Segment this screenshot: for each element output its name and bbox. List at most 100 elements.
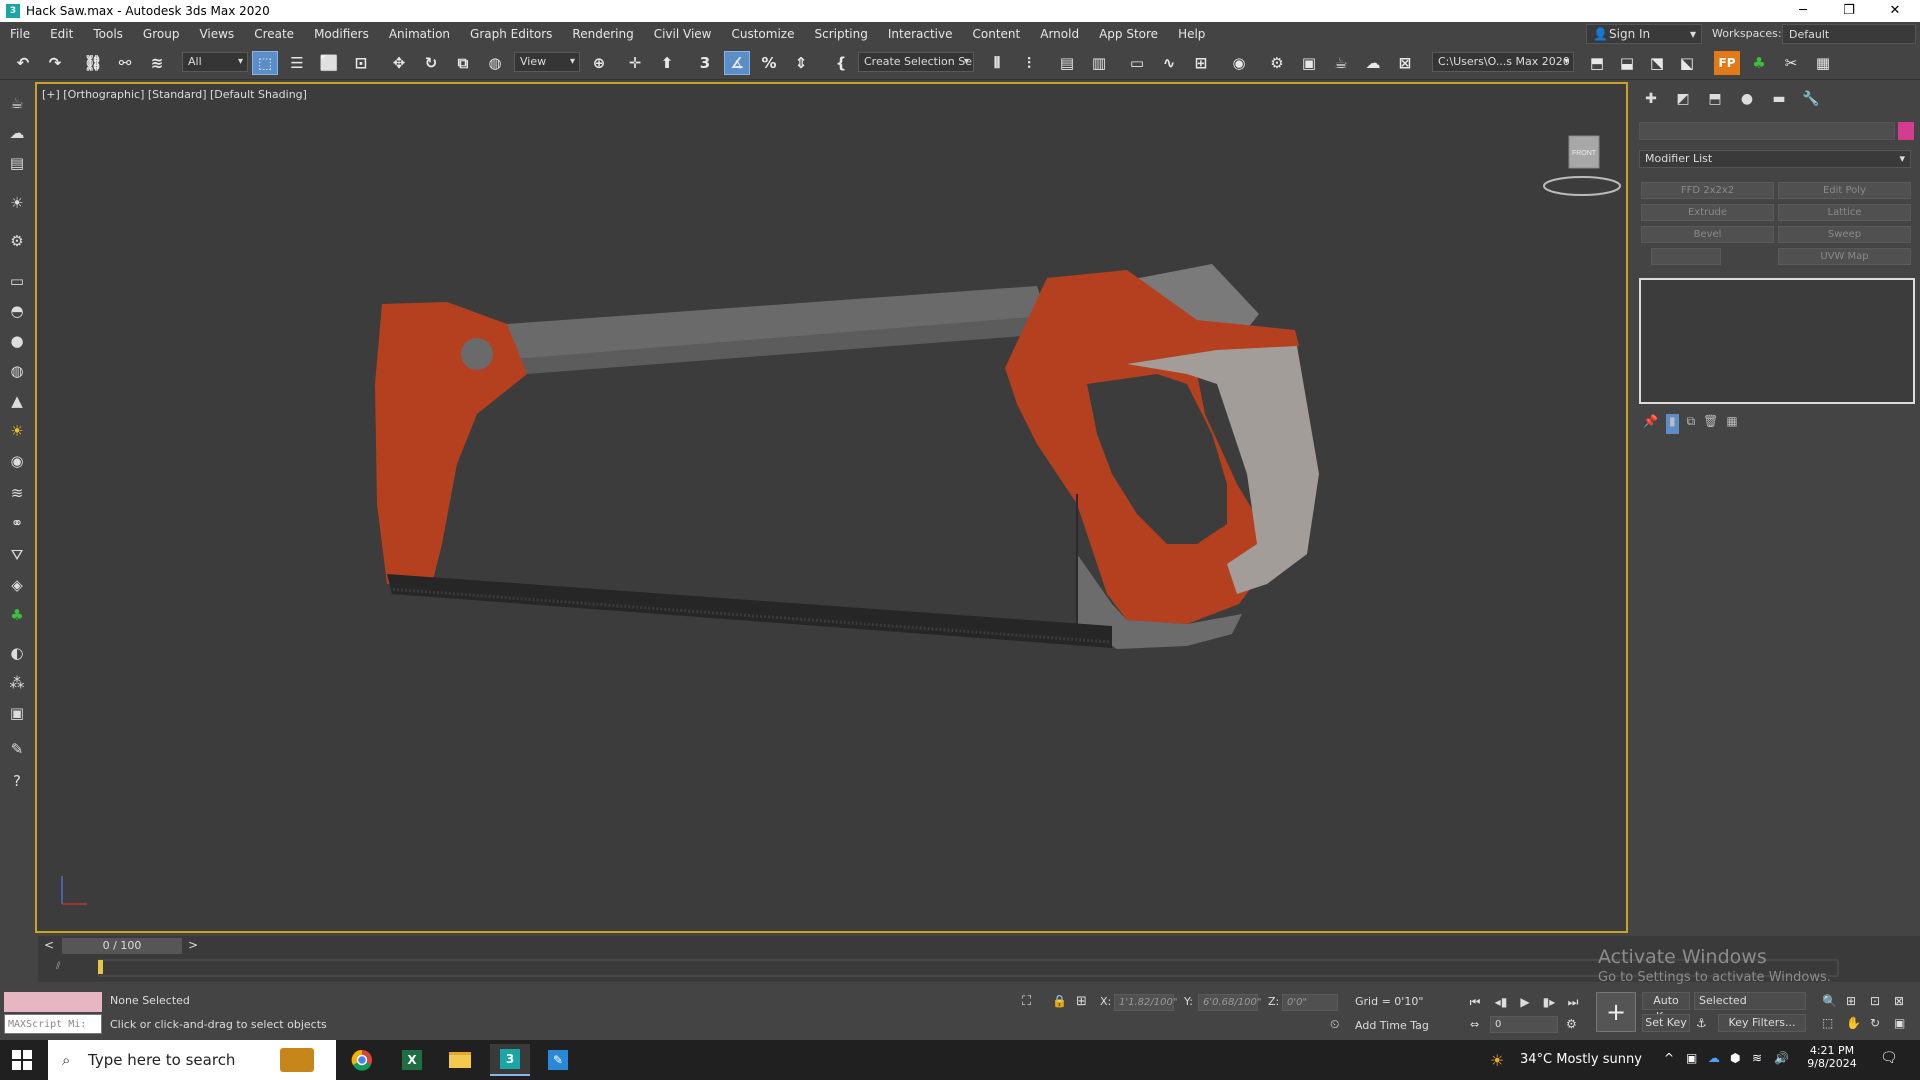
pin-stack-icon[interactable]: ⬕ xyxy=(1674,51,1700,75)
particles-icon[interactable]: ⁂ xyxy=(5,672,29,694)
modifier-stack[interactable] xyxy=(1639,278,1915,404)
render-shortcuts-icon[interactable]: ⊠ xyxy=(1392,51,1418,75)
render-setup-icon[interactable]: ⚙ xyxy=(1264,51,1290,75)
render-production-icon[interactable]: ☕ xyxy=(1328,51,1354,75)
schematic-view-icon[interactable]: ⊞ xyxy=(1188,51,1214,75)
menu-animation[interactable]: Animation xyxy=(379,22,460,46)
file-explorer-icon[interactable] xyxy=(440,1044,480,1076)
menu-arnold[interactable]: Arnold xyxy=(1030,22,1089,46)
viewcube[interactable]: FRONT xyxy=(1537,118,1627,208)
undo-icon[interactable]: ↶ xyxy=(10,51,36,75)
go-to-end-icon[interactable]: ⏭ xyxy=(1562,992,1584,1012)
close-button[interactable]: ✕ xyxy=(1872,0,1918,22)
configure-modifier-sets-icon[interactable]: ▦ xyxy=(1726,414,1737,434)
menu-rendering[interactable]: Rendering xyxy=(562,22,643,46)
show-hidden-icons[interactable]: ^ xyxy=(1664,1051,1674,1065)
open-explorer-icon[interactable]: ⬒ xyxy=(1584,51,1610,75)
material-sphere-icon[interactable]: ◐ xyxy=(5,642,29,664)
redo-icon[interactable]: ↷ xyxy=(42,51,68,75)
taskbar-clock[interactable]: 4:21 PM 9/8/2024 xyxy=(1800,1044,1864,1070)
menu-tools[interactable]: Tools xyxy=(83,22,133,46)
pin-stack-icon[interactable]: 📌 xyxy=(1643,414,1658,434)
menu-modifiers[interactable]: Modifiers xyxy=(304,22,379,46)
menu-customize[interactable]: Customize xyxy=(721,22,804,46)
cone-icon[interactable]: ▲ xyxy=(5,390,29,412)
volume-icon[interactable]: 🔊 xyxy=(1774,1051,1789,1065)
rectangular-selection-icon[interactable]: ⬜ xyxy=(316,51,342,75)
keyboard-shortcut-override-icon[interactable]: ⬆ xyxy=(654,51,680,75)
adjust-icon[interactable]: ⚙ xyxy=(5,230,29,252)
modifier-edit-poly-button[interactable]: Edit Poly xyxy=(1778,182,1911,199)
menu-scripting[interactable]: Scripting xyxy=(804,22,877,46)
viewport-orthographic[interactable]: [+] [Orthographic] [Standard] [Default S… xyxy=(35,82,1628,933)
torus-icon[interactable]: ◍ xyxy=(5,360,29,382)
forest-pack-icon[interactable]: FP xyxy=(1714,51,1740,75)
minimize-button[interactable]: ─ xyxy=(1780,0,1826,22)
render-icon[interactable]: ▣ xyxy=(5,702,29,724)
key-mode-icon[interactable]: ⚓ xyxy=(1696,1016,1707,1030)
reference-coordinate-dropdown[interactable]: View xyxy=(514,52,580,72)
modifier-ffd-button[interactable]: FFD 2x2x2 xyxy=(1641,182,1774,199)
snaps-toggle-icon[interactable]: 3 xyxy=(692,51,718,75)
ribbon-tools-icon[interactable]: ⬔ xyxy=(1644,51,1670,75)
modifier-list-dropdown[interactable]: Modifier List xyxy=(1639,150,1911,168)
current-frame-field[interactable]: 0 xyxy=(1490,1016,1558,1033)
pivot-center-icon[interactable]: ⊕ xyxy=(586,51,612,75)
zoom-extents-all-icon[interactable]: ⊠ xyxy=(1894,994,1904,1008)
unlink-icon[interactable]: ⚯ xyxy=(112,51,138,75)
isolate-selection-icon[interactable]: ⛶ xyxy=(1022,994,1031,1009)
cloud-icon[interactable]: ☁ xyxy=(5,122,29,144)
y-coordinate-field[interactable]: 6'0.68/100" xyxy=(1198,994,1261,1011)
percent-snap-icon[interactable]: % xyxy=(756,51,782,75)
key-mode-dropdown[interactable]: Selected xyxy=(1694,992,1806,1010)
display-tab-icon[interactable]: ▬ xyxy=(1767,88,1791,110)
menu-create[interactable]: Create xyxy=(244,22,304,46)
meet-icon[interactable]: ▣ xyxy=(1686,1051,1697,1065)
go-to-start-icon[interactable]: ⏮ xyxy=(1464,992,1486,1012)
layer-explorer-icon[interactable]: ▥ xyxy=(1086,51,1112,75)
menu-interactive[interactable]: Interactive xyxy=(878,22,963,46)
weather-text[interactable]: 34°C Mostly sunny xyxy=(1520,1052,1642,1067)
whiteboard-app-icon[interactable]: ✎ xyxy=(538,1044,578,1076)
set-key-big-button[interactable]: + xyxy=(1596,992,1636,1032)
make-unique-icon[interactable]: ⧉ xyxy=(1687,414,1696,434)
hair-icon[interactable]: ≋ xyxy=(5,482,29,504)
maxscript-mini-listener[interactable]: MAXScript Mi: xyxy=(4,1014,102,1034)
menu-civil-view[interactable]: Civil View xyxy=(644,22,722,46)
rotate-icon[interactable]: ↻ xyxy=(418,51,444,75)
viewcube-ring[interactable] xyxy=(1543,176,1621,196)
named-selection-dropdown[interactable]: Create Selection Se xyxy=(858,52,974,72)
zoom-extents-icon[interactable]: ⊡ xyxy=(1870,994,1880,1008)
taskbar-search-box[interactable]: ⌕ Type here to search xyxy=(48,1040,336,1080)
select-object-icon[interactable]: ⬚ xyxy=(252,51,278,75)
windows-start-icon[interactable] xyxy=(12,1050,32,1070)
menu-app-store[interactable]: App Store xyxy=(1089,22,1168,46)
menu-graph-editors[interactable]: Graph Editors xyxy=(460,22,562,46)
menu-edit[interactable]: Edit xyxy=(40,22,83,46)
plane-icon[interactable]: ▭ xyxy=(5,270,29,292)
excel-app-icon[interactable]: X xyxy=(392,1044,432,1076)
bind-space-warp-icon[interactable]: ≋ xyxy=(144,51,170,75)
tools-icon[interactable]: ✂ xyxy=(1778,51,1804,75)
maxscript-listener-box[interactable] xyxy=(4,992,102,1012)
zoom-all-icon[interactable]: ⊞ xyxy=(1846,994,1856,1008)
railclone-icon[interactable]: ♣ xyxy=(1746,51,1772,75)
curve-editor-icon[interactable]: ∿ xyxy=(1156,51,1182,75)
remove-modifier-icon[interactable]: 🗑 xyxy=(1703,414,1718,434)
z-coordinate-field[interactable]: 0'0" xyxy=(1282,994,1338,1011)
notifications-icon[interactable]: 🗨 xyxy=(1880,1050,1898,1066)
time-slider[interactable]: 0 / 100 xyxy=(62,938,182,954)
container-explorer-icon[interactable]: ⬓ xyxy=(1614,51,1640,75)
time-slider-prev[interactable]: < xyxy=(44,938,54,952)
wifi-icon[interactable]: ≋ xyxy=(1752,1051,1762,1065)
spinner-snap-icon[interactable]: ⇕ xyxy=(788,51,814,75)
sign-in-dropdown[interactable]: 👤 Sign In ▾ xyxy=(1586,24,1702,44)
script-icon[interactable]: ✎ xyxy=(5,738,29,760)
maximize-viewport-icon[interactable]: ▣ xyxy=(1894,1016,1905,1030)
modifier-uvw-map-button[interactable]: UVW Map xyxy=(1778,248,1911,265)
create-tab-icon[interactable]: ✚ xyxy=(1639,88,1663,110)
time-slider-next[interactable]: > xyxy=(188,938,198,952)
modifier-sweep-button[interactable]: Sweep xyxy=(1778,226,1911,243)
connect-icon[interactable]: ⚭ xyxy=(5,512,29,534)
window-crossing-icon[interactable]: ⊡ xyxy=(348,51,374,75)
